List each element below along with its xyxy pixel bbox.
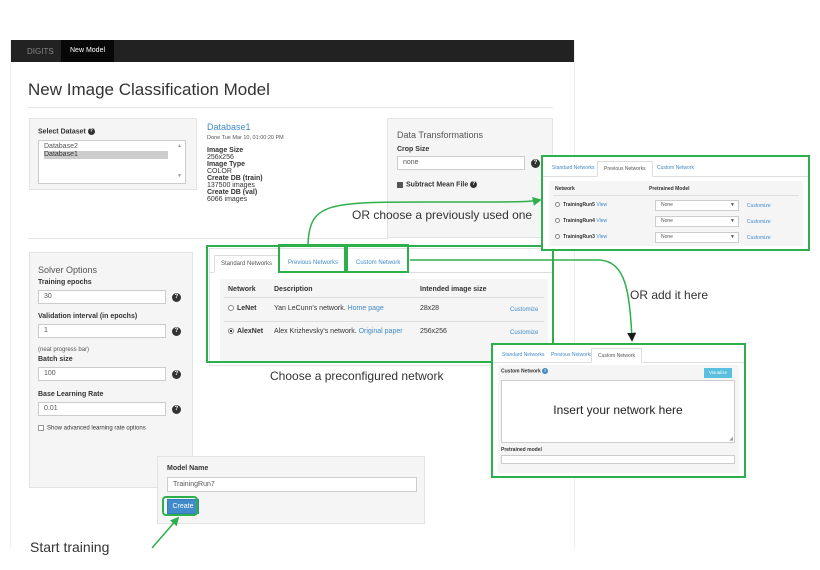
caret-down-icon: ▼ <box>730 218 735 224</box>
radio-prev-run[interactable] <box>555 234 560 240</box>
col-network: Network <box>555 186 575 192</box>
tab-standard-networks[interactable]: Standard Networks <box>546 161 601 176</box>
prev-run-name: TrainingRun4 <box>563 218 595 224</box>
customize-link[interactable]: Customize <box>747 235 771 241</box>
tab-standard-networks[interactable]: Standard Networks <box>496 348 551 362</box>
table-row[interactable]: TrainingRun4 View None ▼ Customize <box>549 215 803 229</box>
radio-prev-run[interactable] <box>555 218 560 224</box>
view-link[interactable]: View <box>596 218 607 224</box>
table-row[interactable]: TrainingRun5 View None ▼ Customize <box>549 199 803 213</box>
tab-bar-line <box>543 176 808 177</box>
previous-table: Network Pretrained Model TrainingRun5 Vi… <box>549 181 803 246</box>
view-link[interactable]: View <box>596 234 607 240</box>
caret-down-icon: ▼ <box>730 234 735 240</box>
header-divider <box>553 195 799 196</box>
pretrained-select[interactable]: None ▼ <box>655 200 739 211</box>
col-pretrained: Pretrained Model <box>649 186 690 192</box>
tab-custom-network[interactable]: Custom Network <box>591 348 642 363</box>
custom-network-placeholder: Insert your network here <box>553 403 683 417</box>
view-link[interactable]: View <box>596 202 607 208</box>
annotation-preconfigured: Choose a preconfigured network <box>270 369 444 383</box>
arrow-to-custom-panel <box>410 259 637 342</box>
help-icon[interactable]: ? <box>542 368 549 374</box>
customize-link[interactable]: Customize <box>747 219 771 225</box>
custom-network-textarea[interactable]: Insert your network here ◢ <box>501 380 735 443</box>
prev-run-row[interactable]: TrainingRun3 View <box>555 234 607 240</box>
pretrained-value: None <box>661 218 673 224</box>
resize-handle-icon[interactable]: ◢ <box>729 436 733 442</box>
caret-down-icon: ▼ <box>730 202 735 208</box>
annotation-previous: OR choose a previously used one <box>352 208 533 222</box>
visualize-button[interactable]: Visualize <box>704 368 732 378</box>
pretrained-value: None <box>661 234 673 240</box>
custom-network-label: Custom Network <box>501 368 541 375</box>
prev-run-row[interactable]: TrainingRun4 View <box>555 218 607 224</box>
prev-run-row[interactable]: TrainingRun5 View <box>555 202 607 208</box>
arrow-to-previous-panel <box>307 196 542 245</box>
radio-prev-run[interactable] <box>555 202 560 208</box>
annotation-add-here: OR add it here <box>630 288 709 302</box>
customize-link[interactable]: Customize <box>747 203 771 209</box>
annotation-start-training: Start training <box>30 539 110 555</box>
pretrained-model-label: Pretrained model <box>501 447 542 453</box>
tab-custom-network[interactable]: Custom Network <box>651 161 700 176</box>
pretrained-value: None <box>661 202 673 208</box>
pretrained-model-input[interactable] <box>501 455 735 464</box>
tab-previous-networks[interactable]: Previous Networks <box>597 161 653 177</box>
custom-network-form: Custom Network ? Visualize Insert your n… <box>498 365 739 473</box>
prev-run-name: TrainingRun5 <box>563 202 595 208</box>
annotation-arrows <box>151 196 637 549</box>
table-row[interactable]: TrainingRun3 View None ▼ Customize <box>549 231 803 245</box>
custom-network-label-row: Custom Network ? <box>501 368 549 375</box>
arrow-to-create-button <box>151 516 180 549</box>
pretrained-select[interactable]: None ▼ <box>655 232 739 243</box>
custom-network-callout: Standard Networks Previous Networks Cust… <box>491 343 746 478</box>
previous-networks-callout: Standard Networks Previous Networks Cust… <box>541 155 810 251</box>
pretrained-select[interactable]: None ▼ <box>655 216 739 227</box>
prev-run-name: TrainingRun3 <box>563 234 595 240</box>
